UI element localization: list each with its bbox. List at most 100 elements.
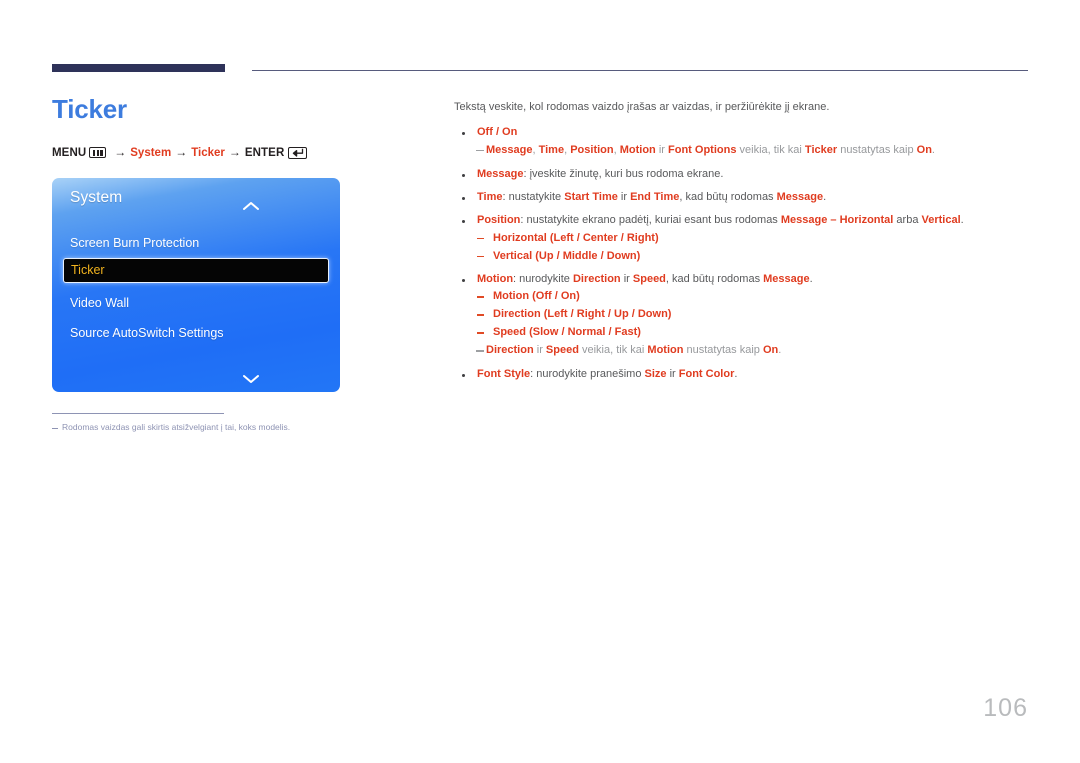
bullet-group-position: Position: nustatykite ekrano padėtį, kur… <box>454 213 1014 265</box>
menu-bars-icon <box>89 147 107 159</box>
footnote-dash-icon <box>52 427 58 429</box>
content-column: Tekstą veskite, kol rodomas vaizdo įraša… <box>454 100 1014 390</box>
sub-paren: ( <box>546 231 554 244</box>
enter-return-icon <box>288 146 308 159</box>
footnote-divider <box>52 412 224 414</box>
sub-options: Up / Middle / Down <box>538 249 637 262</box>
sub-paren: ) <box>636 249 641 262</box>
sub-paren: ) <box>637 326 641 339</box>
note-sep: veikia, tik kai <box>578 344 648 357</box>
sub-dash-icon <box>477 237 484 240</box>
bullet-text: . <box>734 368 738 381</box>
bullet-term: Font Color <box>678 368 735 381</box>
sub-options: Left / Center / Right <box>553 231 655 244</box>
osd-item-screen-burn-protection[interactable]: Screen Burn Protection <box>52 228 340 258</box>
bullet-term: Time <box>477 190 503 203</box>
note-term: Direction <box>486 344 534 357</box>
sub-term: Motion <box>493 290 530 303</box>
note-term: Motion <box>619 143 656 156</box>
chevron-down-icon[interactable] <box>242 371 260 389</box>
note-dash-icon <box>476 149 484 152</box>
note-term: Font Options <box>668 143 737 156</box>
bullet-term: Size <box>644 368 667 381</box>
sub-term: Speed <box>493 326 527 339</box>
bullet-term: Off / On <box>477 125 518 138</box>
note-sep: nustatytas kaip <box>837 143 917 156</box>
osd-item-list: Screen Burn Protection Ticker Video Wall… <box>52 228 340 348</box>
footnote: Rodomas vaizdas gali skirtis atsižvelgia… <box>52 412 290 433</box>
bullet-term: Message – Horizontal <box>780 213 894 226</box>
sub-item-direction: Direction (Left / Right / Up / Down) <box>454 307 1014 323</box>
sub-paren: ( <box>526 326 533 339</box>
breadcrumb-arrow-3: → <box>228 144 241 159</box>
note-term: Time <box>538 143 565 156</box>
bullet-text: ir <box>666 368 679 381</box>
osd-panel-title: System <box>70 188 123 206</box>
chevron-up-icon[interactable] <box>242 198 260 216</box>
osd-item-video-wall[interactable]: Video Wall <box>52 288 340 318</box>
breadcrumb-step-ticker: Ticker <box>191 146 225 159</box>
note-term: On <box>916 143 932 156</box>
sub-item-speed: Speed (Slow / Normal / Fast) <box>454 325 1014 341</box>
breadcrumb: MENU → System → Ticker → ENTER <box>52 144 422 160</box>
note-term: On <box>762 344 779 357</box>
breadcrumb-enter-label: ENTER <box>244 146 285 159</box>
bullet-term: Direction <box>572 272 621 285</box>
osd-item-ticker[interactable]: Ticker <box>63 257 329 283</box>
bullet-item-motion: Motion: nurodykite Direction ir Speed, k… <box>454 272 1014 288</box>
sub-options: Slow / Normal / Fast <box>532 326 638 339</box>
bullet-text: , kad būtų rodomas <box>679 190 777 203</box>
note-term: Speed <box>545 344 579 357</box>
breadcrumb-arrow-2: → <box>175 144 188 159</box>
page-number: 106 <box>983 694 1028 722</box>
sub-item-motion: Motion (Off / On) <box>454 289 1014 305</box>
bullet-dot-icon <box>462 219 465 223</box>
note-dash-icon <box>476 350 484 352</box>
osd-item-source-autoswitch-settings[interactable]: Source AutoSwitch Settings <box>52 318 340 348</box>
osd-menu-panel: System Screen Burn Protection Ticker Vid… <box>52 177 340 392</box>
sub-dash-icon <box>477 332 484 334</box>
sub-dash-icon <box>477 296 484 299</box>
bullet-term: Speed <box>632 272 666 285</box>
bullet-term: Message <box>763 272 810 285</box>
osd-item-label: Ticker <box>71 263 105 278</box>
bullet-item-off-on: Off / On <box>454 125 1014 141</box>
intro-paragraph: Tekstą veskite, kol rodomas vaizdo įraša… <box>454 101 830 113</box>
sub-item-vertical: Vertical (Up / Middle / Down) <box>454 249 1014 265</box>
bullet-item-message: Message: įveskite žinutę, kuri bus rodom… <box>454 167 1014 183</box>
sub-paren: ( <box>529 290 536 303</box>
bullet-item-time: Time: nustatykite Start Time ir End Time… <box>454 190 1014 206</box>
bullet-term: Vertical <box>921 213 961 226</box>
sub-item-horizontal: Horizontal (Left / Center / Right) <box>454 231 1014 247</box>
note-row-motion: Direction ir Speed veikia, tik kai Motio… <box>454 343 1014 359</box>
note-text: Direction ir Speed veikia, tik kai Motio… <box>486 343 1014 359</box>
breadcrumb-arrow-1: → <box>114 144 127 159</box>
sub-dash-icon <box>477 314 484 317</box>
note-term: Position <box>570 143 614 156</box>
bullet-text: : nurodykite <box>513 272 573 285</box>
bullet-term: End Time <box>630 190 680 203</box>
bullet-text: : nurodykite pranešimo <box>530 368 645 381</box>
header-rule-thick <box>52 64 225 72</box>
sub-term: Direction <box>493 308 541 321</box>
bullet-term: Message <box>776 190 824 203</box>
bullet-text: , kad būtų rodomas <box>665 272 764 285</box>
sub-dash-icon <box>477 255 484 258</box>
left-column: Ticker MENU → System → Ticker → ENTER Sy… <box>52 95 422 433</box>
bullet-term: Motion <box>477 272 514 285</box>
note-sep: veikia, tik kai <box>736 143 805 156</box>
bullet-text: . <box>809 272 813 285</box>
bullet-dot-icon <box>462 374 465 378</box>
bullet-dot-icon <box>462 196 465 200</box>
bullet-text: . <box>823 190 827 203</box>
bullet-dot-icon <box>462 131 465 135</box>
page-title: Ticker <box>52 94 127 124</box>
osd-item-label: Video Wall <box>70 295 130 310</box>
osd-item-label: Screen Burn Protection <box>70 235 200 250</box>
note-sep: . <box>931 143 935 156</box>
note-sep: ir <box>655 143 669 156</box>
note-term: Ticker <box>804 143 838 156</box>
bullet-text: ir <box>617 190 631 203</box>
bullet-group-off-on: Off / On Message, Time, Position, Motion… <box>454 125 1014 159</box>
bullet-term: Position <box>477 213 521 226</box>
